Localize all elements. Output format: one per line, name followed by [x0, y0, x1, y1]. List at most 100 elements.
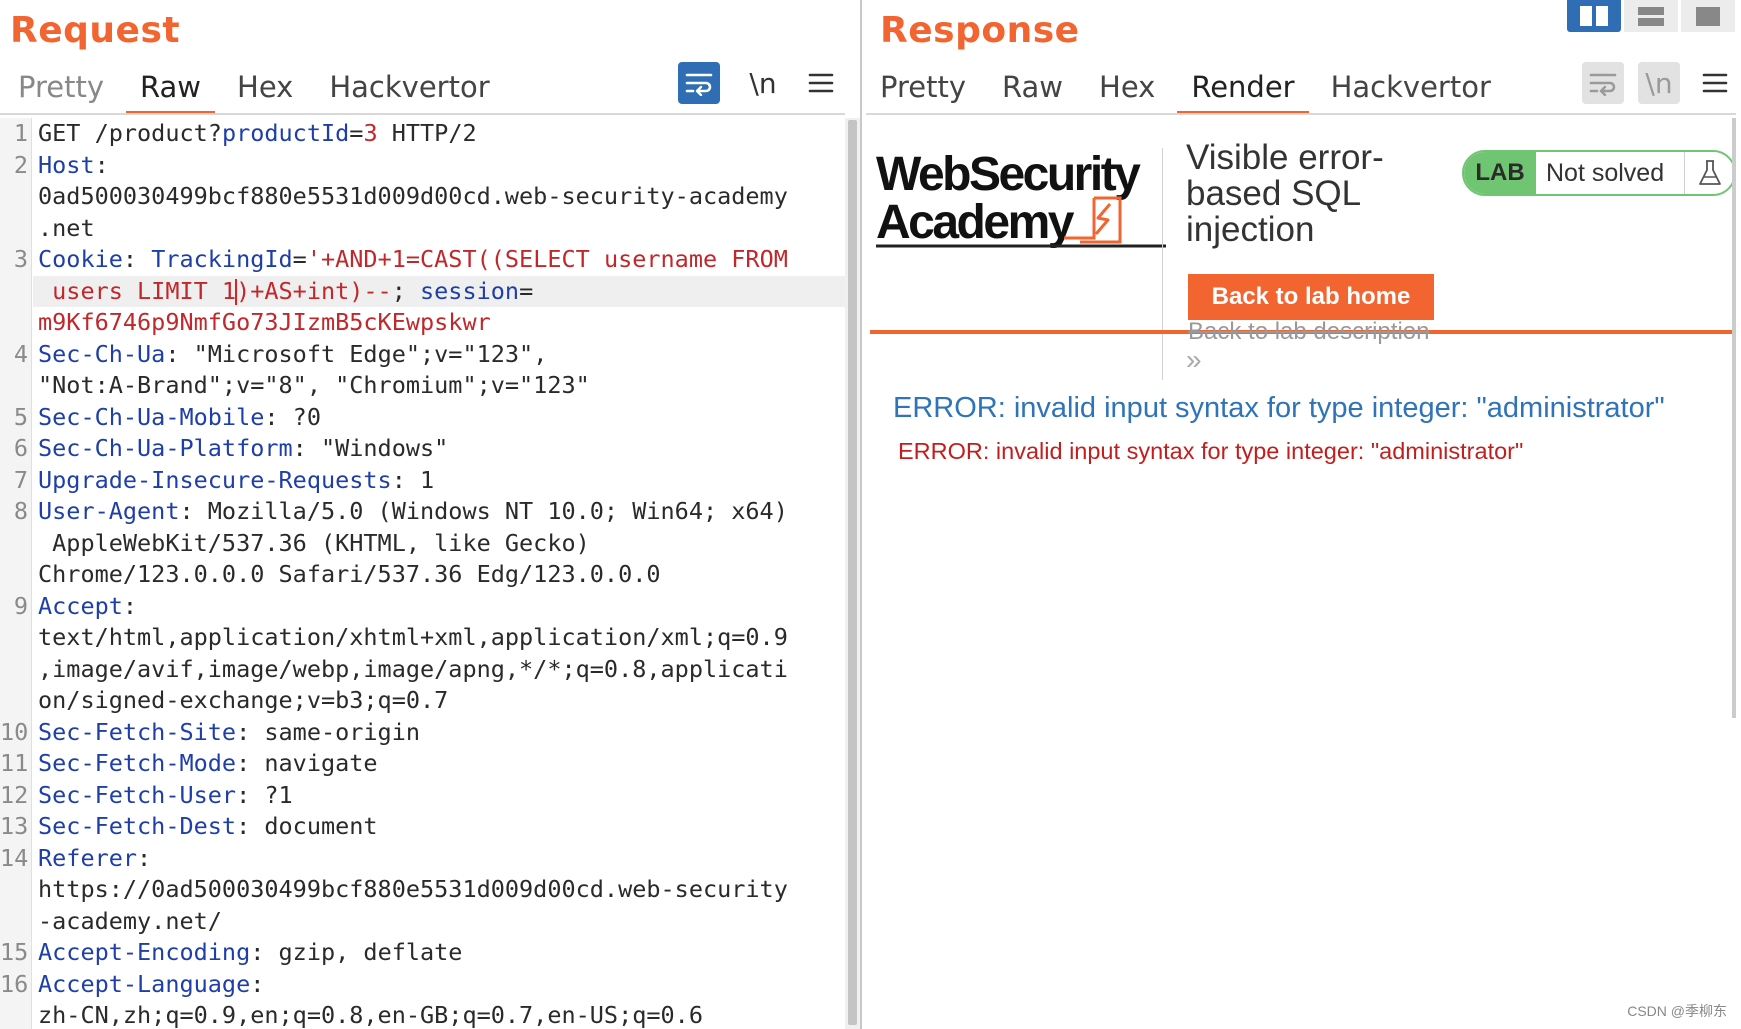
editor-line[interactable]: 2 Host:: [0, 150, 845, 182]
line-text: Referer:: [38, 843, 151, 875]
editor-line[interactable]: 9 Accept:: [0, 591, 845, 623]
editor-line[interactable]: on/signed-exchange;v=b3;q=0.7: [0, 685, 845, 717]
word-wrap-icon: [1589, 73, 1617, 96]
plain-text: : ?0: [264, 402, 321, 431]
plain-text: : "Microsoft Edge";v="123",: [165, 339, 548, 368]
line-text: Cookie: TrackingId='+AND+1=CAST((SELECT …: [38, 244, 788, 276]
layout-stacked-button[interactable]: [1624, 0, 1678, 32]
header-name: Cookie: [38, 245, 123, 273]
editor-line[interactable]: -academy.net/: [0, 906, 845, 938]
request-menu-button[interactable]: [800, 62, 842, 104]
editor-line[interactable]: 6 Sec-Ch-Ua-Platform: "Windows": [0, 433, 845, 465]
line-text: Accept-Encoding: gzip, deflate: [38, 937, 462, 969]
response-scrollbar-thumb[interactable]: [1732, 118, 1736, 718]
plain-text: Chrome/123.0.0.0 Safari/537.36 Edg/123.0…: [38, 560, 661, 588]
editor-line[interactable]: AppleWebKit/537.36 (KHTML, like Gecko): [0, 528, 845, 560]
line-text: Sec-Fetch-User: ?1: [38, 780, 293, 812]
line-text: Sec-Fetch-Site: same-origin: [38, 717, 420, 749]
request-tab-pretty[interactable]: Pretty: [0, 64, 122, 114]
editor-line[interactable]: zh-CN,zh;q=0.9,en;q=0.8,en-GB;q=0.7,en-U…: [0, 1000, 845, 1029]
editor-line[interactable]: 15 Accept-Encoding: gzip, deflate: [0, 937, 845, 969]
header-name: Sec-Fetch-Dest: [38, 812, 237, 840]
hamburger-menu-icon: [1702, 73, 1728, 93]
editor-line[interactable]: 14 Referer:: [0, 843, 845, 875]
editor-line[interactable]: 0ad500030499bcf880e5531d009d00cd.web-sec…: [0, 181, 845, 213]
layout-single-button[interactable]: [1681, 0, 1735, 32]
plain-text: :: [94, 150, 109, 179]
param-value: m9Kf6746p9NmfGo73JIzmB5cKEwpskwr: [38, 308, 491, 336]
plain-text: https://0ad500030499bcf880e5531d009d00cd…: [38, 875, 788, 903]
header-name: Accept-Encoding: [38, 938, 251, 966]
request-tabs-underline: [0, 113, 845, 115]
header-name: Sec-Ch-Ua-Mobile: [38, 402, 265, 431]
line-text: users LIMIT 1)+AS+int)--; session=: [38, 276, 533, 308]
editor-line[interactable]: m9Kf6746p9NmfGo73JIzmB5cKEwpskwr: [0, 307, 845, 339]
editor-line[interactable]: text/html,application/xhtml+xml,applicat…: [0, 622, 845, 654]
word-wrap-icon: [685, 73, 713, 96]
editor-line[interactable]: 3 Cookie: TrackingId='+AND+1=CAST((SELECT…: [0, 244, 845, 276]
editor-line[interactable]: 5 Sec-Ch-Ua-Mobile: ?0: [0, 402, 845, 434]
editor-line[interactable]: 10 Sec-Fetch-Site: same-origin: [0, 717, 845, 749]
layout-single-icon: [1696, 7, 1720, 26]
header-name: Host: [38, 150, 95, 179]
editor-line[interactable]: .net: [0, 213, 845, 245]
request-tab-hackvertor[interactable]: Hackvertor: [311, 64, 507, 114]
line-number: 14: [0, 843, 29, 872]
request-word-wrap-button[interactable]: [678, 62, 720, 104]
layout-side-by-side-button[interactable]: [1567, 0, 1621, 32]
request-tab-hex[interactable]: Hex: [219, 64, 311, 114]
line-text: Sec-Fetch-Dest: document: [38, 811, 378, 843]
line-text: 0ad500030499bcf880e5531d009d00cd.web-sec…: [38, 181, 788, 213]
editor-line[interactable]: 11 Sec-Fetch-Mode: navigate: [0, 748, 845, 780]
header-name: Sec-Fetch-User: [38, 780, 237, 809]
request-scrollbar-thumb[interactable]: [848, 120, 857, 1025]
editor-line[interactable]: "Not:A-Brand";v="8", "Chromium";v="123": [0, 370, 845, 402]
header-name: session: [420, 276, 520, 305]
editor-line[interactable]: 7 Upgrade-Insecure-Requests: 1: [0, 465, 845, 497]
line-number: 11: [0, 749, 29, 777]
editor-line[interactable]: 12 Sec-Fetch-User: ?1: [0, 780, 845, 812]
response-word-wrap-button[interactable]: [1582, 62, 1624, 104]
line-text: Upgrade-Insecure-Requests: 1: [38, 465, 434, 497]
editor-line[interactable]: 1 GET /product?productId=3 HTTP/2: [0, 118, 845, 150]
response-tab-raw[interactable]: Raw: [984, 64, 1081, 114]
editor-line[interactable]: 13 Sec-Fetch-Dest: document: [0, 811, 845, 843]
header-separator: [1162, 148, 1163, 380]
web-security-academy-logo: WebSecurity Academy: [876, 148, 1166, 249]
lab-status-text: Not solved: [1536, 152, 1684, 194]
watermark: CSDN @季柳东: [1627, 1003, 1727, 1019]
response-tab-pretty[interactable]: Pretty: [862, 64, 984, 114]
plain-text: : navigate: [236, 749, 378, 777]
request-editor[interactable]: 1 GET /product?productId=3 HTTP/2 2 Host: 0a…: [0, 118, 845, 1029]
plain-text: : gzip, deflate: [250, 938, 463, 966]
editor-line[interactable]: https://0ad500030499bcf880e5531d009d00cd…: [0, 874, 845, 906]
editor-line[interactable]: ,image/avif,image/webp,image/apng,*/*;q=…: [0, 654, 845, 686]
editor-line[interactable]: users LIMIT 1)+AS+int)--; session=: [0, 275, 845, 308]
response-tab-render[interactable]: Render: [1173, 64, 1312, 114]
header-name: Referer: [38, 843, 138, 872]
back-to-lab-home-button[interactable]: Back to lab home: [1188, 274, 1434, 320]
editor-line[interactable]: 4 Sec-Ch-Ua: "Microsoft Edge";v="123",: [0, 339, 845, 371]
response-menu-button[interactable]: [1694, 62, 1736, 104]
lab-badge: LAB: [1464, 152, 1536, 194]
editor-line[interactable]: 8 User-Agent: Mozilla/5.0 (Windows NT 10.…: [0, 496, 845, 528]
line-text: ,image/avif,image/webp,image/apng,*/*;q=…: [38, 654, 788, 686]
line-number: 13: [0, 812, 29, 840]
plain-text: : same-origin: [236, 717, 421, 746]
plain-text: :: [122, 245, 152, 273]
header-name: User-Agent: [38, 497, 180, 525]
response-tab-hackvertor[interactable]: Hackvertor: [1313, 64, 1509, 114]
response-tabs: Pretty Raw Hex Render Hackvertor: [862, 64, 1509, 114]
request-tab-raw[interactable]: Raw: [122, 64, 219, 114]
editor-line[interactable]: 16 Accept-Language:: [0, 969, 845, 1001]
error-heading: ERROR: invalid input syntax for type int…: [893, 392, 1665, 424]
editor-line[interactable]: Chrome/123.0.0.0 Safari/537.36 Edg/123.0…: [0, 559, 845, 591]
back-to-lab-description-link[interactable]: Back to lab description: [1188, 318, 1429, 346]
request-scrollbar[interactable]: [845, 118, 860, 1029]
request-newline-toggle[interactable]: \n: [742, 62, 784, 104]
header-name: Sec-Ch-Ua: [38, 339, 166, 368]
response-newline-toggle[interactable]: \n: [1638, 62, 1680, 104]
response-scrollbar[interactable]: [1724, 118, 1736, 718]
response-tab-hex[interactable]: Hex: [1081, 64, 1173, 114]
plain-text: AppleWebKit/537.36 (KHTML, like Gecko): [38, 528, 590, 557]
